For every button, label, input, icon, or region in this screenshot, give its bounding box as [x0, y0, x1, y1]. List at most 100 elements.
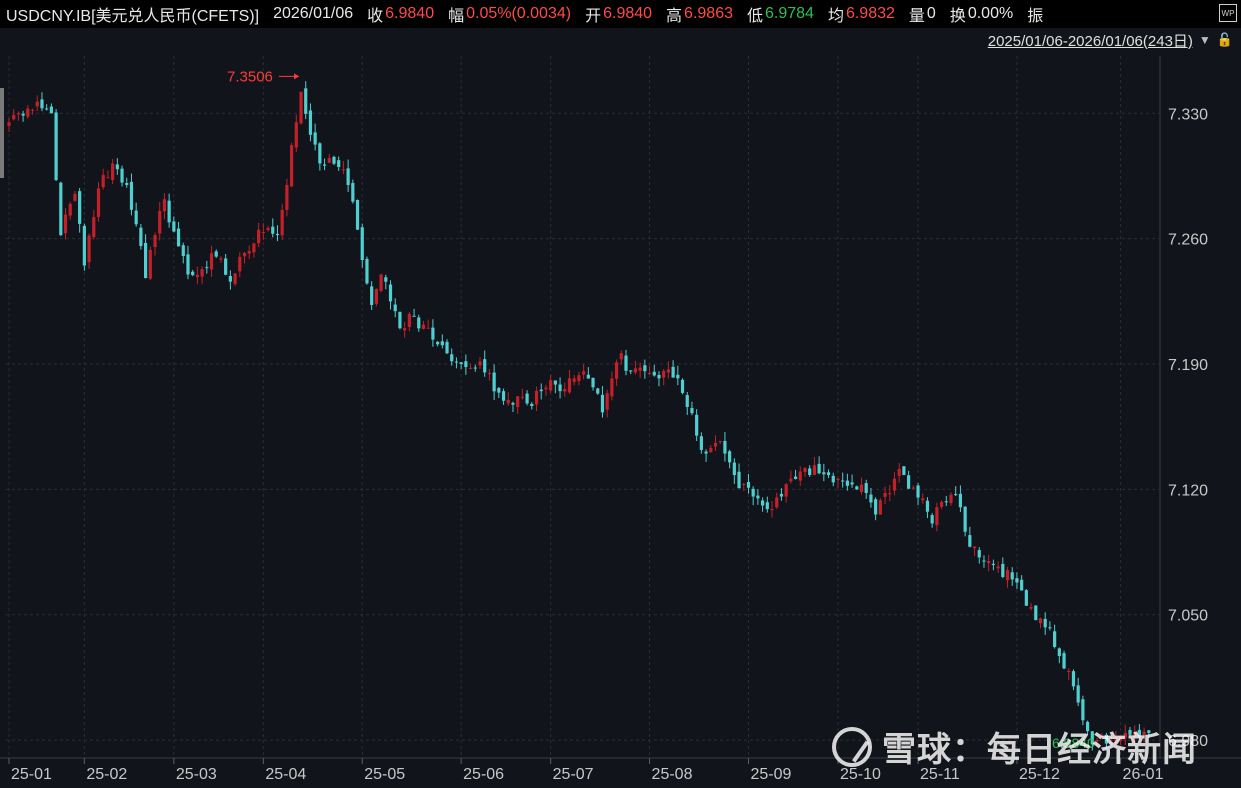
candle-body [958, 493, 963, 508]
candle-body [793, 476, 798, 479]
y-tick-label: 7.190 [1168, 357, 1208, 374]
candle-body [798, 471, 802, 481]
candle-body [652, 371, 656, 376]
candle-body [63, 214, 68, 234]
candle-body [497, 388, 501, 393]
candle-body [596, 388, 600, 394]
candle-body [963, 506, 967, 532]
y-tick-label: 7.260 [1168, 232, 1208, 249]
candle-body [544, 387, 548, 390]
candle-body [153, 235, 157, 248]
candle-body [643, 365, 647, 372]
candle-body [120, 168, 124, 183]
candle-body [563, 389, 567, 392]
candle-body [784, 484, 788, 497]
candle-body [322, 164, 327, 166]
candle-body [313, 132, 317, 145]
candle-body [431, 327, 435, 340]
candle-body [633, 368, 638, 373]
candle-body [261, 232, 265, 234]
candle-body [299, 91, 303, 124]
x-tick-label: 25-01 [11, 766, 52, 783]
candle-body [412, 315, 416, 317]
candle-body [553, 380, 557, 385]
candle-body [624, 355, 628, 371]
candle-body [996, 566, 1000, 569]
xueqiu-logo-icon [832, 726, 872, 767]
candle-body [572, 378, 576, 382]
candle-body [921, 498, 925, 501]
candle-body [1005, 569, 1010, 581]
candle-body [224, 258, 228, 275]
candle-body [699, 436, 703, 450]
candle-body [610, 378, 614, 397]
candle-body [205, 267, 209, 269]
candle-body [365, 258, 369, 284]
x-tick-label: 25-02 [86, 766, 127, 783]
candle-body [478, 361, 482, 366]
candle-body [746, 481, 751, 488]
candle-body [586, 374, 590, 379]
candle-body [1057, 648, 1061, 657]
candle-body [751, 488, 755, 497]
candle-body [492, 372, 496, 392]
candle-body [779, 493, 784, 497]
candle-body [520, 396, 524, 398]
candle-body [115, 164, 119, 170]
candle-body [892, 478, 897, 491]
candle-body [789, 478, 793, 482]
candlestick-chart[interactable]: 7.3307.2607.1907.1207.0506.98025-01 25-02… [0, 0, 1241, 788]
candle-body [723, 440, 727, 454]
candle-body [841, 480, 845, 482]
candle-body [728, 451, 732, 463]
x-tick-label: 25-03 [176, 766, 217, 783]
candle-body [487, 372, 492, 374]
candle-body [191, 271, 195, 276]
left-scroll-marker [0, 88, 4, 178]
candle-body [647, 372, 652, 374]
candle-body [304, 88, 308, 114]
candle-body [172, 221, 176, 232]
candle-body [582, 371, 586, 375]
candle-body [845, 480, 849, 486]
candle-body [68, 203, 72, 216]
candle-body [195, 274, 199, 278]
candle-body [257, 229, 261, 244]
candle-body [558, 384, 562, 392]
candle-body [954, 494, 958, 496]
x-tick-label: 25-06 [463, 766, 504, 783]
candle-body [1029, 607, 1033, 609]
candle-body [271, 226, 275, 234]
candle-body [690, 408, 694, 414]
candle-body [134, 210, 138, 225]
candle-body [421, 324, 426, 329]
candle-body [770, 509, 774, 511]
candle-body [888, 493, 892, 495]
candle-body [1038, 618, 1043, 624]
candle-body [817, 463, 821, 474]
candle-body [1010, 572, 1014, 580]
candle-body [907, 475, 911, 489]
candle-body [878, 500, 882, 515]
candle-body [534, 390, 539, 405]
candle-body [468, 367, 473, 369]
candle-body [59, 182, 63, 236]
candle-body [379, 274, 383, 291]
candle-body [176, 228, 181, 247]
candle-body [638, 367, 642, 371]
candle-body [228, 275, 232, 282]
candle-body [972, 546, 977, 549]
candle-body [308, 110, 313, 135]
candle-body [143, 242, 148, 279]
candle-body [393, 304, 397, 312]
candle-body [1015, 578, 1019, 583]
candle-body [158, 211, 162, 234]
candle-body [1076, 685, 1080, 703]
candle-body [864, 483, 868, 493]
candle-body [129, 181, 134, 210]
candle-body [96, 188, 101, 217]
candle-body [605, 393, 609, 410]
candle-body [826, 472, 831, 476]
candle-body [238, 256, 242, 272]
candle-body [417, 317, 421, 329]
